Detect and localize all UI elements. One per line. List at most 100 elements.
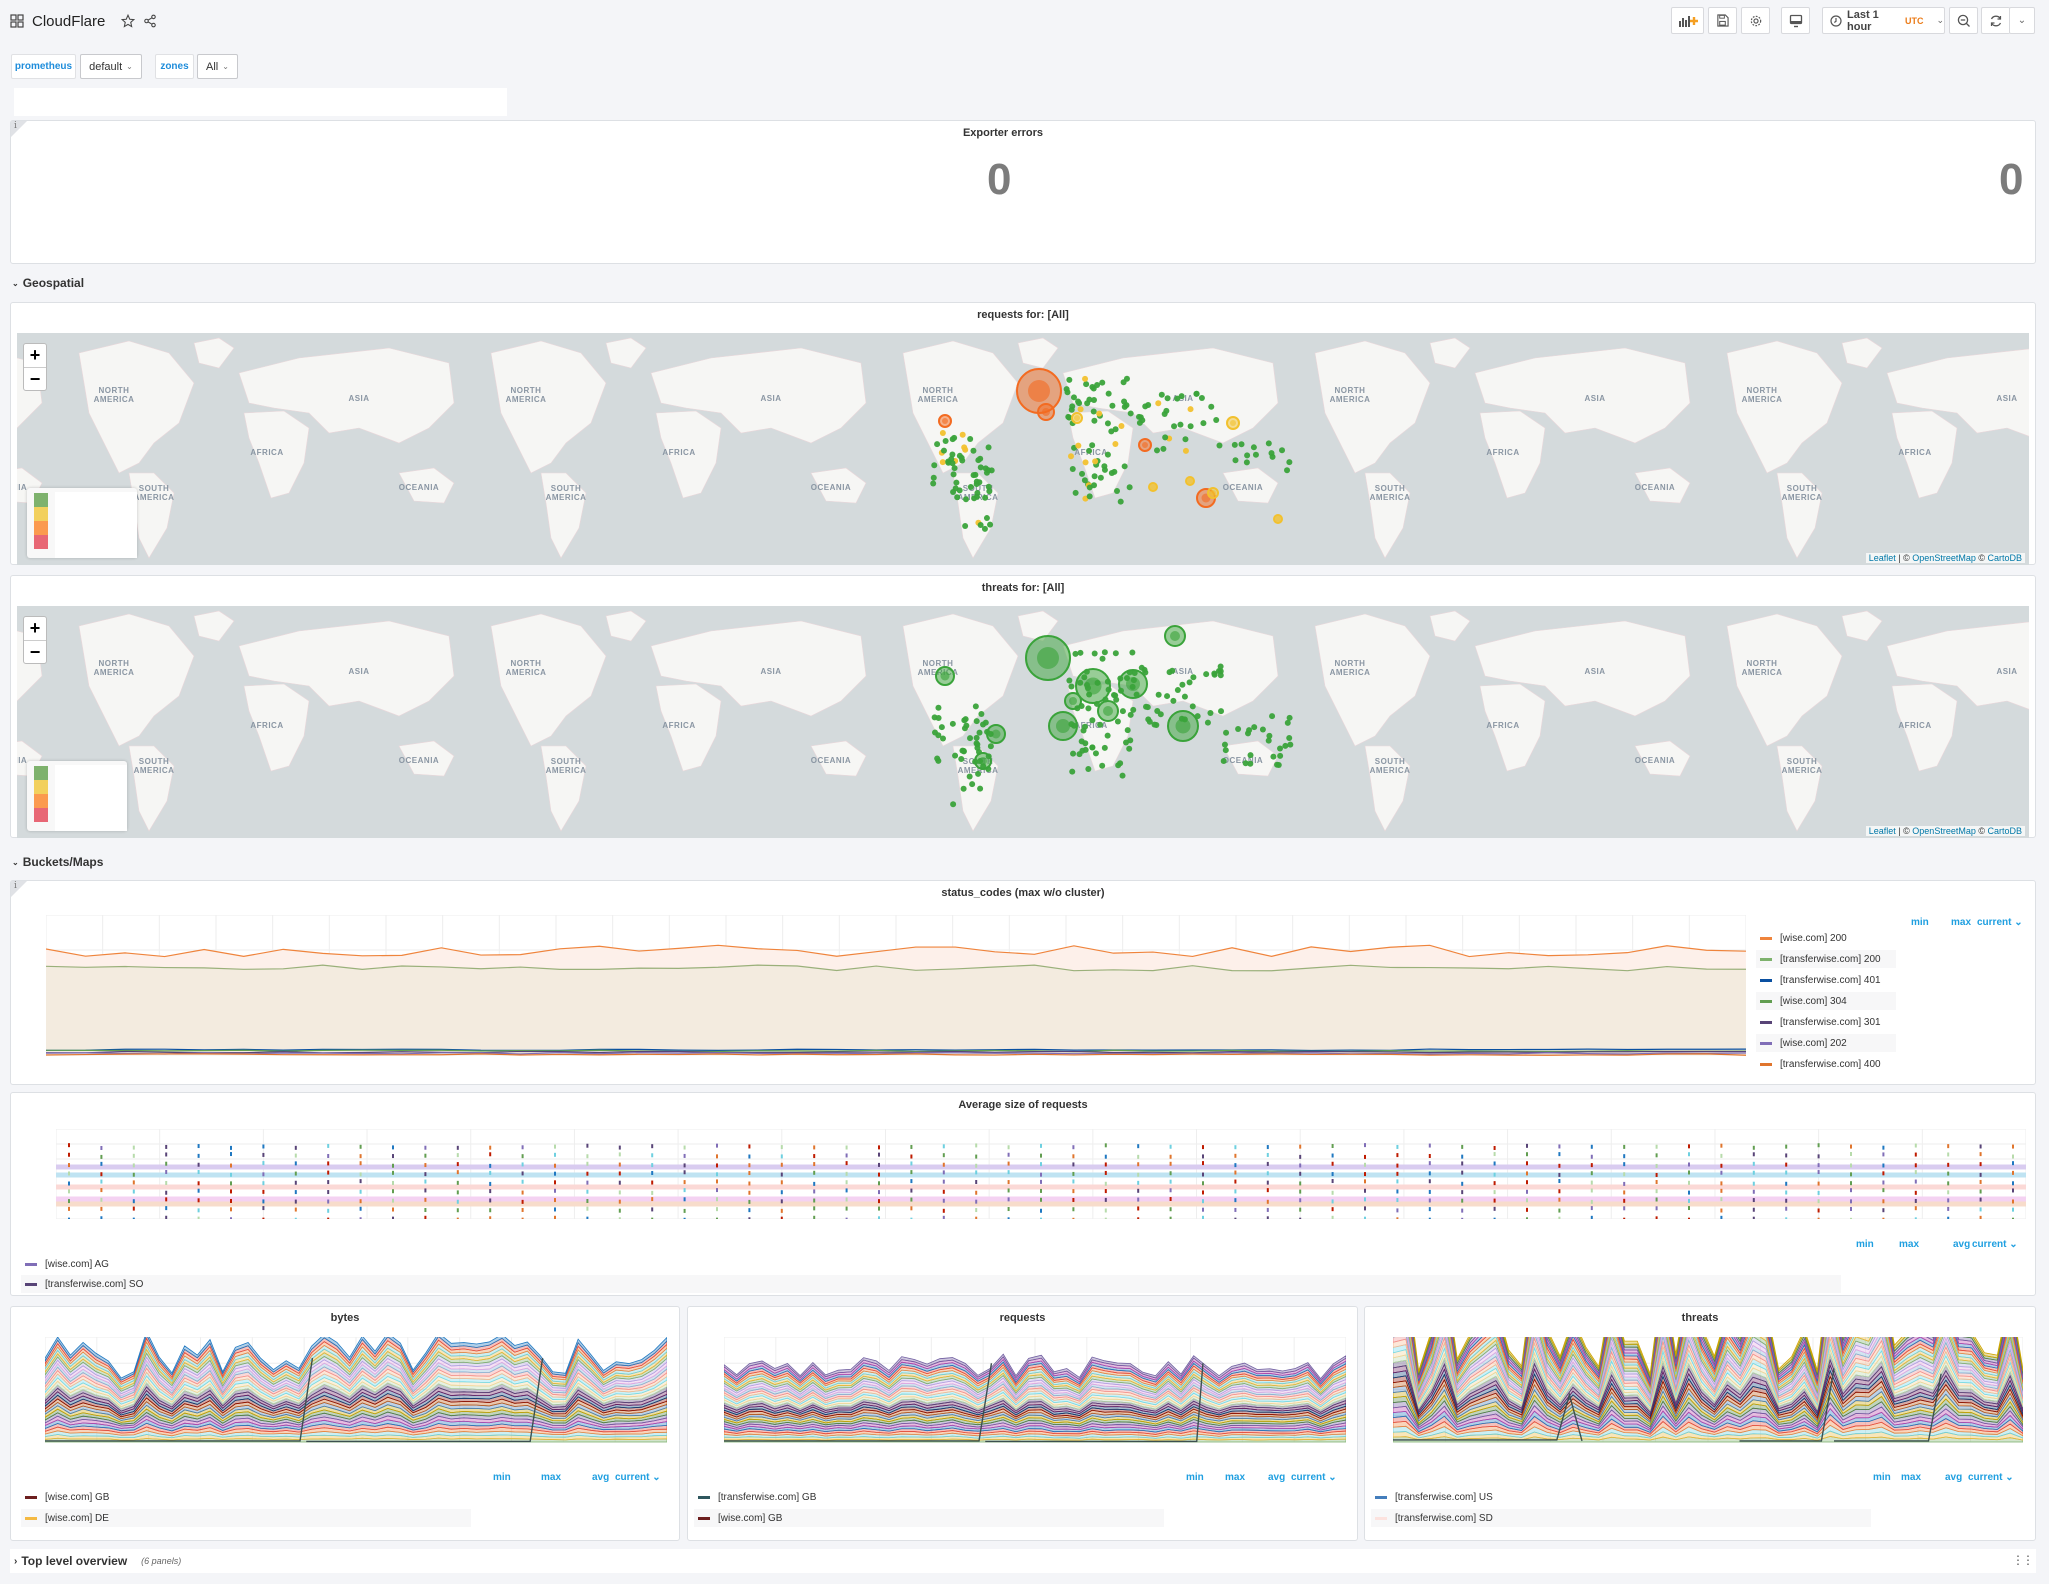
legend-header-avg[interactable]: avg xyxy=(1953,1239,1970,1250)
legend-item[interactable]: [transferwise.com] GB xyxy=(694,1488,1164,1506)
legend-header-max[interactable]: max xyxy=(1951,917,1971,928)
time-picker-button[interactable]: Last 1 hour UTC ⌄ xyxy=(1822,7,1945,34)
series-point xyxy=(1655,1172,1658,1177)
panel-title[interactable]: bytes xyxy=(11,1312,679,1324)
dashboard-settings-button[interactable] xyxy=(1741,7,1770,34)
map-marker xyxy=(1231,441,1238,448)
average-size-graph[interactable] xyxy=(56,1129,2026,1219)
legend-swatch-yellow xyxy=(34,780,48,794)
cartodb-link[interactable]: CartoDB xyxy=(1987,553,2022,563)
legend-header-current[interactable]: current ⌄ xyxy=(1977,917,2023,928)
legend-header-min[interactable]: min xyxy=(1856,1239,1874,1250)
legend-item[interactable]: [transferwise.com] 200 xyxy=(1756,950,1896,968)
legend-item[interactable]: [wise.com] AG xyxy=(21,1255,1841,1273)
legend-item[interactable]: [transferwise.com] 301 xyxy=(1756,1013,1896,1031)
map-marker xyxy=(1086,447,1093,454)
series-point xyxy=(975,1179,978,1184)
legend-item[interactable]: [wise.com] GB xyxy=(694,1509,1164,1527)
row-buckets-maps[interactable]: ⌄ Buckets/Maps xyxy=(12,855,103,869)
refresh-interval-dropdown[interactable]: ⌄ xyxy=(2009,7,2035,34)
legend-header-avg[interactable]: avg xyxy=(1945,1472,1962,1483)
series-point xyxy=(1040,1188,1042,1193)
worldmap[interactable]: NORTHAMERICAASIAAFRICASOUTHAMERICAOCEANI… xyxy=(17,606,2029,838)
map-marker-inner xyxy=(1056,719,1070,733)
legend-item[interactable]: [wise.com] DE xyxy=(21,1509,471,1527)
legend-header-max[interactable]: max xyxy=(1225,1472,1245,1483)
add-panel-button[interactable] xyxy=(1671,7,1704,34)
row-geospatial[interactable]: ⌄ Geospatial xyxy=(12,276,84,290)
osm-link[interactable]: OpenStreetMap xyxy=(1912,553,1976,563)
legend-header-min[interactable]: min xyxy=(1873,1472,1891,1483)
series-point xyxy=(1072,1154,1075,1159)
zoom-out-button[interactable]: − xyxy=(24,640,46,663)
series-point xyxy=(132,1189,135,1194)
cartodb-link[interactable]: CartoDB xyxy=(1987,826,2022,836)
variable-select-prometheus[interactable]: default ⌄ xyxy=(80,54,142,79)
legend-header-min[interactable]: min xyxy=(1911,917,1929,928)
threats-graph[interactable] xyxy=(1393,1337,2023,1457)
zoom-out-time-button[interactable] xyxy=(1949,7,1978,34)
legend-item[interactable]: [transferwise.com] SD xyxy=(1371,1509,1871,1527)
legend-header-avg[interactable]: avg xyxy=(592,1472,609,1483)
star-icon[interactable] xyxy=(121,14,136,28)
series-point xyxy=(359,1199,362,1204)
continent-label: AFRICA xyxy=(250,448,283,457)
map-marker xyxy=(1246,727,1253,734)
series-point xyxy=(1007,1207,1010,1212)
panel-title[interactable]: status_codes (max w/o cluster) xyxy=(11,887,2035,899)
legend-item[interactable]: [wise.com] 202 xyxy=(1756,1034,1896,1052)
legend-header-max[interactable]: max xyxy=(541,1472,561,1483)
requests-graph[interactable] xyxy=(724,1337,1346,1457)
zoom-out-button[interactable]: − xyxy=(24,367,46,390)
panel-title[interactable]: threats for: [All] xyxy=(11,582,2035,594)
map-marker xyxy=(1138,664,1145,671)
legend-item[interactable]: [transferwise.com] 401 xyxy=(1756,971,1896,989)
legend-swatch-green xyxy=(34,766,48,780)
legend-item[interactable]: [transferwise.com] SO xyxy=(21,1275,1841,1293)
legend-item[interactable]: [transferwise.com] US xyxy=(1371,1488,1871,1506)
series-point xyxy=(424,1179,427,1184)
legend-header-min[interactable]: min xyxy=(493,1472,511,1483)
map-marker xyxy=(961,444,968,451)
leaflet-link[interactable]: Leaflet xyxy=(1869,553,1896,563)
bytes-graph[interactable] xyxy=(45,1337,667,1457)
share-icon[interactable] xyxy=(143,14,157,28)
legend-item[interactable]: [wise.com] GB xyxy=(21,1488,471,1506)
map-marker xyxy=(1203,671,1210,678)
legend-header-max[interactable]: max xyxy=(1901,1472,1921,1483)
series-point xyxy=(1785,1170,1788,1175)
legend-header-min[interactable]: min xyxy=(1186,1472,1204,1483)
legend-header-current[interactable]: current ⌄ xyxy=(1968,1472,2014,1483)
series-point xyxy=(1007,1197,1010,1202)
panel-title[interactable]: Exporter errors xyxy=(0,127,2035,139)
refresh-button[interactable] xyxy=(1981,7,2010,34)
legend-header-current[interactable]: current ⌄ xyxy=(1972,1239,2018,1250)
zoom-in-button[interactable]: + xyxy=(24,344,46,367)
leaflet-link[interactable]: Leaflet xyxy=(1869,826,1896,836)
series-point xyxy=(100,1188,103,1193)
panel-title[interactable]: Average size of requests xyxy=(11,1099,2035,1111)
worldmap[interactable]: NORTHAMERICAASIAAFRICASOUTHAMERICAOCEANI… xyxy=(17,333,2029,565)
legend-header-avg[interactable]: avg xyxy=(1268,1472,1285,1483)
panel-title[interactable]: requests for: [All] xyxy=(11,309,2035,321)
cycle-view-mode-button[interactable] xyxy=(1781,7,1810,34)
legend-header-max[interactable]: max xyxy=(1899,1239,1919,1250)
save-dashboard-button[interactable] xyxy=(1708,7,1737,34)
row-top-level-overview[interactable]: › Top level overview (6 panels) ⋮⋮ xyxy=(10,1549,2036,1573)
legend-header-current[interactable]: current ⌄ xyxy=(615,1472,661,1483)
zoom-in-button[interactable]: + xyxy=(24,617,46,640)
dashboard-title[interactable]: CloudFlare xyxy=(32,13,105,30)
legend-item[interactable]: [wise.com] 200 xyxy=(1756,929,1896,947)
legend-item[interactable]: [wise.com] 304 xyxy=(1756,992,1896,1010)
chevron-down-icon: ⌄ xyxy=(126,62,133,71)
legend-header-current[interactable]: current ⌄ xyxy=(1291,1472,1337,1483)
drag-handle-icon[interactable]: ⋮⋮ xyxy=(2012,1553,2034,1567)
osm-link[interactable]: OpenStreetMap xyxy=(1912,826,1976,836)
variable-select-zones[interactable]: All ⌄ xyxy=(197,54,238,79)
panel-title[interactable]: threats xyxy=(1365,1312,2035,1324)
legend-item[interactable]: [transferwise.com] 400 xyxy=(1756,1055,1896,1073)
status-codes-graph[interactable] xyxy=(46,915,1746,1083)
series-point xyxy=(1104,1189,1107,1194)
dashboard-grid-icon[interactable] xyxy=(10,14,24,28)
panel-title[interactable]: requests xyxy=(688,1312,1357,1324)
